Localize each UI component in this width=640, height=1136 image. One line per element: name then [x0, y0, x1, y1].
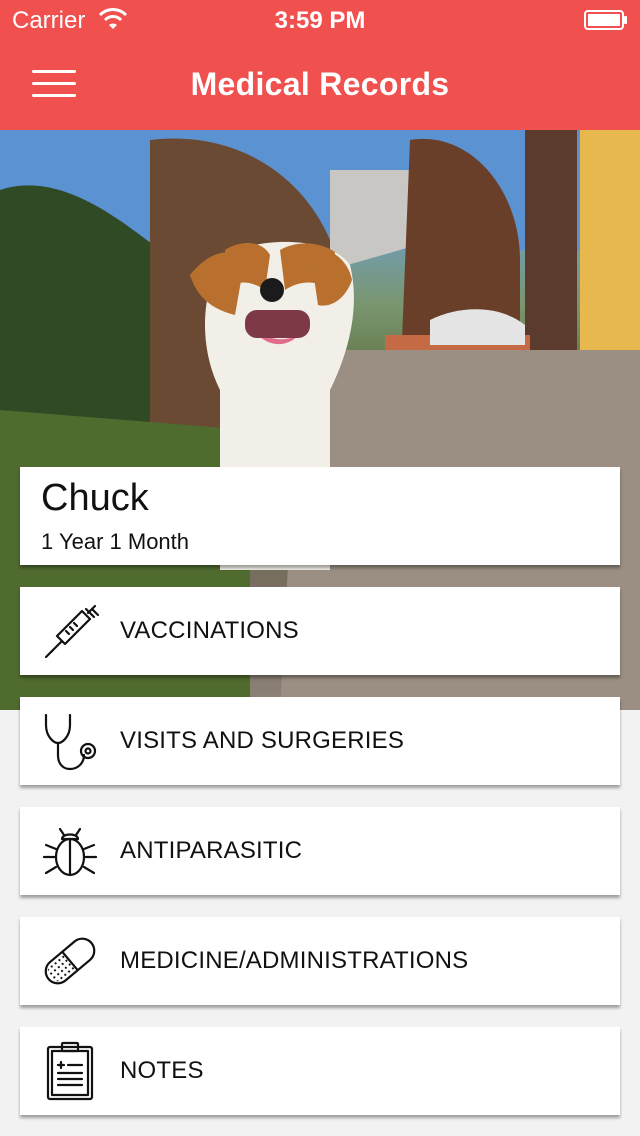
pet-info-card: Chuck 1 Year 1 Month	[20, 467, 620, 565]
bug-icon	[42, 827, 98, 877]
syringe-icon	[44, 604, 100, 659]
menu-item-label: ANTIPARASITIC	[120, 837, 303, 864]
pill-icon	[44, 937, 96, 985]
clipboard-icon	[46, 1041, 94, 1101]
battery-icon	[584, 10, 627, 30]
menu-item-label: NOTES	[120, 1057, 204, 1084]
menu-item-antiparasitic[interactable]: ANTIPARASITIC	[20, 807, 620, 895]
stethoscope-icon	[44, 713, 97, 771]
menu-item-label: VISITS AND SURGERIES	[120, 727, 405, 754]
menu-item-label: VACCINATIONS	[120, 617, 299, 644]
pet-name: Chuck	[41, 477, 149, 519]
menu-item-label: MEDICINE/ADMINISTRATIONS	[120, 947, 469, 974]
status-bar: Carrier 3:59 PM	[0, 0, 640, 40]
menu-item-notes[interactable]: NOTES	[20, 1027, 620, 1115]
nav-bar: Medical Records	[0, 40, 640, 130]
menu-item-vaccinations[interactable]: VACCINATIONS	[20, 587, 620, 675]
page-title: Medical Records	[190, 66, 450, 102]
menu-item-visits-and-surgeries[interactable]: VISITS AND SURGERIES	[20, 697, 620, 785]
pet-age: 1 Year 1 Month	[41, 529, 190, 554]
status-time: 3:59 PM	[274, 7, 366, 34]
menu-item-medicine-administrations[interactable]: MEDICINE/ADMINISTRATIONS	[20, 917, 620, 1005]
